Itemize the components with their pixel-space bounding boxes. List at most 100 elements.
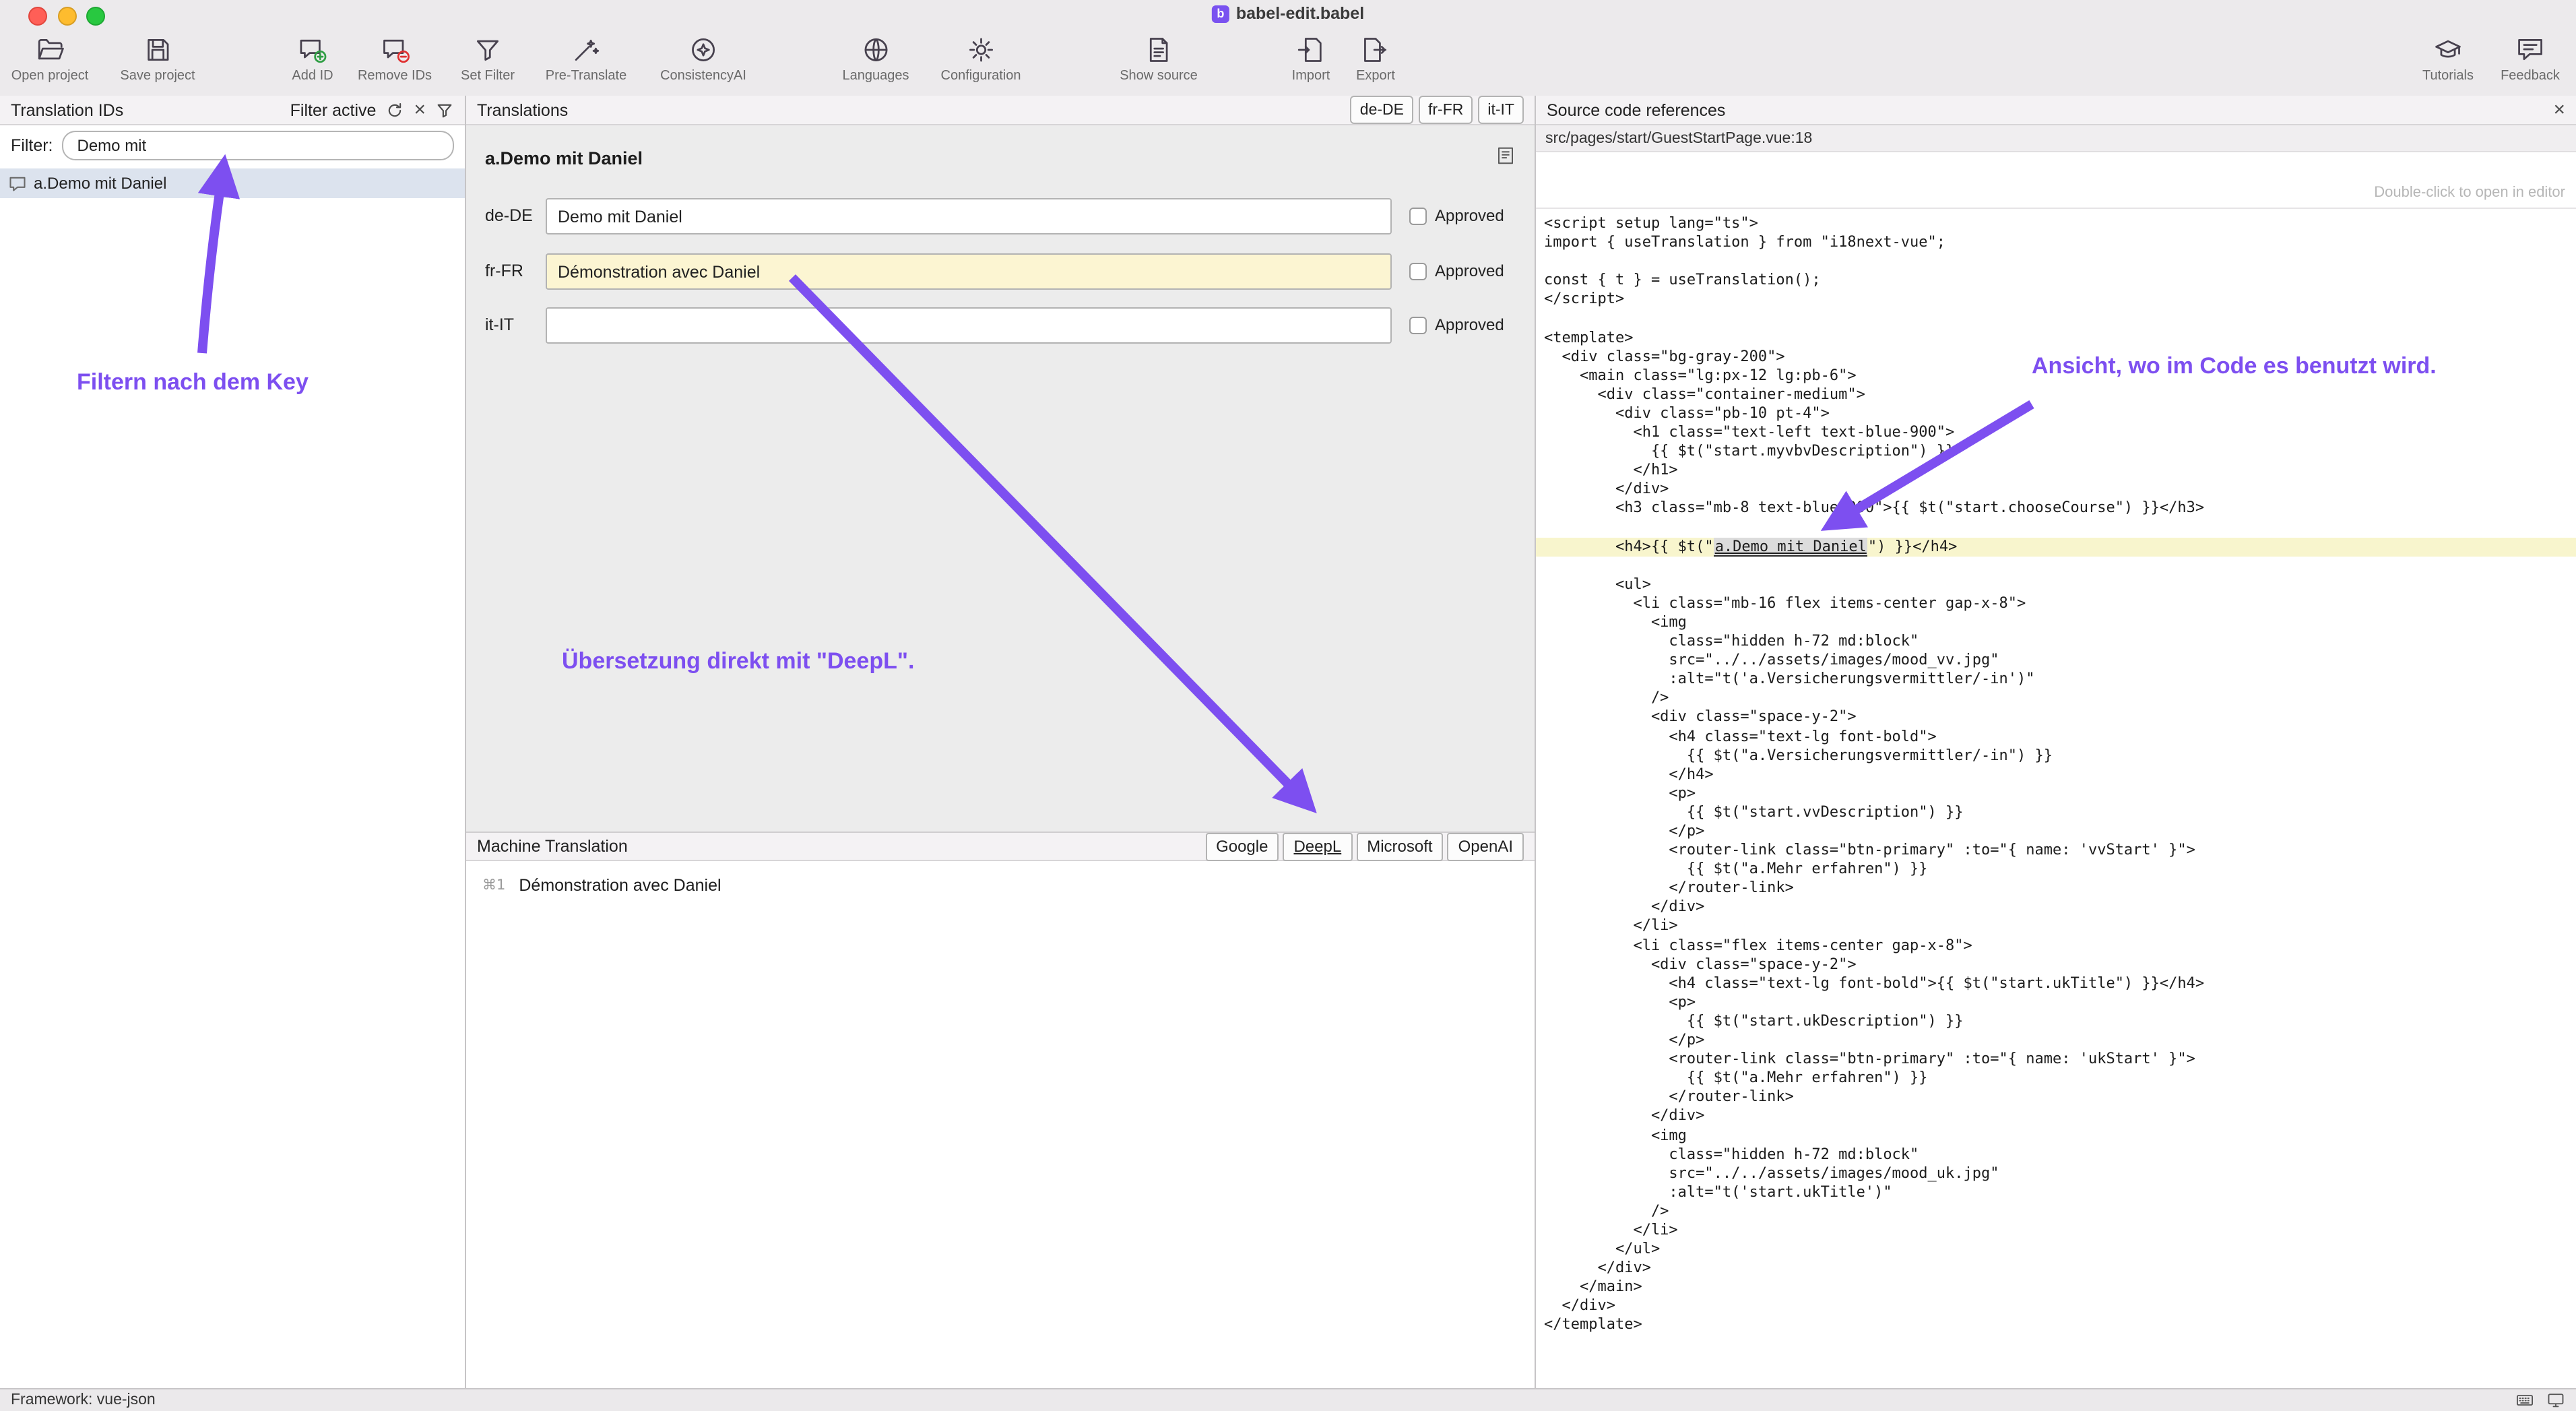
set-filter-button[interactable]: Set Filter xyxy=(461,35,515,84)
provider-button-microsoft[interactable]: Microsoft xyxy=(1356,832,1443,860)
approved-checkbox-de-DE[interactable] xyxy=(1409,208,1427,225)
panel-divider-left[interactable] xyxy=(465,96,466,1388)
title-bar: b babel-edit.babel xyxy=(0,0,2576,30)
code-line: </p> xyxy=(1536,822,2576,841)
translation-input-fr-FR[interactable] xyxy=(546,253,1392,290)
approved-label: Approved xyxy=(1435,198,1504,234)
translations-panel: Translations de-DE fr-FR it-IT a.Demo mi… xyxy=(466,96,1535,1388)
zoom-window-button[interactable] xyxy=(86,7,105,26)
import-icon xyxy=(1296,35,1326,65)
display-icon[interactable] xyxy=(2546,1391,2565,1410)
tutorials-button[interactable]: Tutorials xyxy=(2422,35,2474,84)
code-line: <router-link class="btn-primary" :to="{ … xyxy=(1536,841,2576,860)
code-line: <li class="flex items-center gap-x-8"> xyxy=(1536,936,2576,955)
toolbar-label: Import xyxy=(1292,69,1330,84)
babeledit-window: b babel-edit.babel Open project Save pro… xyxy=(0,0,2576,1411)
clear-filter-icon[interactable]: × xyxy=(414,100,426,119)
approved-checkbox-it-IT[interactable] xyxy=(1409,317,1427,334)
provider-button-google[interactable]: Google xyxy=(1205,832,1279,860)
filter-row: Filter: xyxy=(0,125,465,166)
remove-ids-button[interactable]: Remove IDs xyxy=(358,35,432,84)
row-language-label: it-IT xyxy=(485,307,514,344)
translation-id-list-item[interactable]: a.Demo mit Daniel xyxy=(0,168,465,198)
import-button[interactable]: Import xyxy=(1292,35,1330,84)
code-line: <div class="pb-10 pt-4"> xyxy=(1536,404,2576,423)
selected-translation-id-title: a.Demo mit Daniel xyxy=(485,148,643,168)
editor-hint: Double-click to open in editor xyxy=(1536,152,2576,209)
approved-checkbox-fr-FR[interactable] xyxy=(1409,263,1427,280)
code-line: <template> xyxy=(1536,328,2576,347)
save-project-button[interactable]: Save project xyxy=(120,35,195,84)
export-icon xyxy=(1361,35,1390,65)
consistency-ai-button[interactable]: ConsistencyAI xyxy=(660,35,746,84)
export-button[interactable]: Export xyxy=(1356,35,1395,84)
pre-translate-button[interactable]: Pre-Translate xyxy=(546,35,626,84)
minimize-window-button[interactable] xyxy=(58,7,77,26)
translation-id-label: a.Demo mit Daniel xyxy=(34,174,166,193)
code-line: </router-link> xyxy=(1536,879,2576,898)
code-line: <p> xyxy=(1536,784,2576,803)
file-reference-bar[interactable]: src/pages/start/GuestStartPage.vue:18 xyxy=(1536,125,2576,152)
close-window-button[interactable] xyxy=(28,7,47,26)
code-line: /> xyxy=(1536,689,2576,708)
toolbar-label: Save project xyxy=(120,69,195,84)
code-line: src="../../assets/images/mood_uk.jpg" xyxy=(1536,1164,2576,1183)
language-button-it-IT[interactable]: it-IT xyxy=(1478,96,1524,124)
translation-row-de-DE: de-DE Approved xyxy=(466,198,1535,234)
row-language-label: fr-FR xyxy=(485,253,523,290)
code-line: {{ $t("a.Versicherungsvermittler/-in") }… xyxy=(1536,746,2576,765)
annotation-source-note: Ansicht, wo im Code es benutzt wird. xyxy=(2032,353,2437,380)
feedback-button[interactable]: Feedback xyxy=(2501,35,2560,84)
row-language-label: de-DE xyxy=(485,198,533,234)
language-button-label: fr-FR xyxy=(1428,102,1463,118)
filter-input[interactable] xyxy=(63,131,455,160)
code-line: <router-link class="btn-primary" :to="{ … xyxy=(1536,1050,2576,1069)
panel-divider-right[interactable] xyxy=(1535,96,1536,1388)
code-line: {{ $t("a.Mehr erfahren") }} xyxy=(1536,1069,2576,1088)
translation-input-de-DE[interactable] xyxy=(546,198,1392,234)
toolbar-label: Remove IDs xyxy=(358,69,432,84)
translation-row-it-IT: it-IT Approved xyxy=(466,307,1535,344)
feedback-bubble-icon xyxy=(2515,35,2545,65)
language-button-fr-FR[interactable]: fr-FR xyxy=(1419,96,1473,124)
highlighted-translation-id-token[interactable]: a.Demo mit Daniel xyxy=(1714,537,1868,556)
language-button-de-DE[interactable]: de-DE xyxy=(1351,96,1413,124)
provider-button-openai[interactable]: OpenAI xyxy=(1448,832,1524,860)
code-line: </div> xyxy=(1536,898,2576,917)
keyboard-icon[interactable] xyxy=(2515,1391,2534,1410)
code-line: </ul> xyxy=(1536,1240,2576,1259)
open-project-button[interactable]: Open project xyxy=(11,35,89,84)
show-source-button[interactable]: Show source xyxy=(1120,35,1198,84)
code-line: <div class="space-y-2"> xyxy=(1536,955,2576,974)
translations-title: Translations xyxy=(477,100,568,119)
toolbar-label: Open project xyxy=(11,69,89,84)
translation-input-it-IT[interactable] xyxy=(546,307,1392,344)
languages-button[interactable]: Languages xyxy=(843,35,909,84)
graduation-cap-icon xyxy=(2433,35,2463,65)
code-line xyxy=(1536,556,2576,575)
code-line: <li class="mb-16 flex items-center gap-x… xyxy=(1536,594,2576,613)
translation-ids-title: Translation IDs xyxy=(11,100,123,119)
remove-translation-id-icon xyxy=(380,35,410,65)
machine-translation-suggestion-row[interactable]: ⌘1 Démonstration avec Daniel xyxy=(466,872,1535,899)
id-comment-icon[interactable] xyxy=(1495,146,1516,166)
translation-ids-panel: Translation IDs Filter active × Filter: … xyxy=(0,96,465,1388)
language-button-label: it-IT xyxy=(1487,102,1514,118)
source-document-icon xyxy=(1144,35,1173,65)
close-panel-icon[interactable]: × xyxy=(2553,100,2565,119)
source-code-references-panel: Source code references × src/pages/start… xyxy=(1536,96,2576,1388)
configuration-button[interactable]: Configuration xyxy=(941,35,1021,84)
code-line: <div class="container-medium"> xyxy=(1536,385,2576,404)
code-line xyxy=(1536,518,2576,537)
code-line xyxy=(1536,252,2576,271)
toolbar-label: Configuration xyxy=(941,69,1021,84)
main-toolbar: Open project Save project Add ID Remove … xyxy=(0,30,2576,97)
provider-button-label: Microsoft xyxy=(1367,837,1432,856)
refresh-filter-icon[interactable] xyxy=(385,100,404,119)
toolbar-label: ConsistencyAI xyxy=(660,69,746,84)
add-id-button[interactable]: Add ID xyxy=(292,35,333,84)
filter-funnel-icon[interactable] xyxy=(435,100,454,119)
provider-button-deepl[interactable]: DeepL xyxy=(1283,832,1352,860)
code-line: </div> xyxy=(1536,1107,2576,1126)
source-references-header: Source code references × xyxy=(1536,96,2576,125)
